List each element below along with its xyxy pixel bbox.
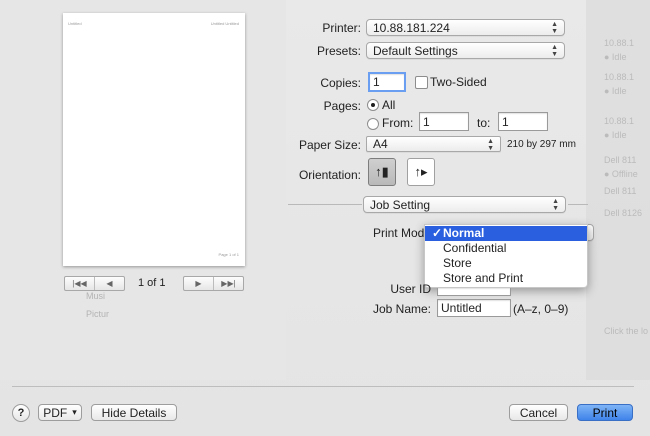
pages-from-value: 1	[423, 114, 430, 129]
job-name-field[interactable]: Untitled	[437, 299, 511, 317]
ghost-text: Click the lo	[604, 326, 649, 336]
two-sided-checkbox[interactable]	[415, 76, 428, 89]
printer-value: 10.88.181.224	[373, 20, 450, 35]
updown-arrows-icon: ▲ ▼	[551, 21, 558, 35]
print-mode-option-store[interactable]: Store	[425, 256, 587, 271]
background-window-right: 10.88.1 ● Idle 10.88.1 ● Idle 10.88.1 ● …	[586, 0, 650, 380]
print-mode-option-store-and-print[interactable]: Store and Print	[425, 271, 587, 286]
preview-nav-forward-group: ▶ ▶▶|	[183, 276, 244, 291]
landscape-icon: ↑▸	[414, 164, 428, 179]
ghost-text: 10.88.1	[604, 72, 635, 82]
ghost-text: ● Idle	[604, 52, 627, 62]
job-name-hint: (A–z, 0–9)	[513, 302, 569, 316]
checkmark-icon: ✓	[432, 226, 443, 240]
orientation-label: Orientation:	[298, 168, 361, 182]
ghost-text: Dell 811	[604, 155, 637, 165]
page-count: 1 of 1	[138, 277, 166, 289]
ghost-text: Dell 811	[604, 186, 637, 196]
pages-all-radio[interactable]	[367, 99, 379, 111]
help-button[interactable]: ?	[12, 404, 30, 422]
copies-field[interactable]: 1	[368, 72, 406, 92]
preview-header-left: Untitled	[68, 21, 82, 26]
pages-all-label: All	[382, 98, 396, 112]
print-mode-option-confidential[interactable]: Confidential	[425, 241, 587, 256]
job-name-label: Job Name:	[372, 302, 431, 316]
user-id-field[interactable]	[437, 288, 511, 296]
print-mode-label: Print Mode	[372, 226, 431, 240]
paper-size-popup[interactable]: A4 ▲ ▼	[366, 136, 501, 152]
presets-label: Presets:	[316, 44, 361, 58]
cancel-button[interactable]: Cancel	[509, 404, 568, 421]
ghost-text: ● Idle	[604, 86, 627, 96]
question-icon: ?	[17, 407, 25, 419]
hide-details-button[interactable]: Hide Details	[91, 404, 177, 421]
preview-header-right: Untitled Untitled	[210, 21, 239, 26]
printer-popup[interactable]: 10.88.181.224 ▲ ▼	[366, 19, 565, 36]
presets-popup[interactable]: Default Settings ▲ ▼	[366, 42, 565, 59]
previous-page-button[interactable]: ◀	[94, 277, 124, 290]
pages-to-value: 1	[502, 114, 509, 129]
pdf-menu-button[interactable]: PDF ▾	[38, 404, 82, 421]
landscape-orientation-button[interactable]: ↑▸	[407, 158, 435, 186]
updown-arrows-icon: ▲ ▼	[552, 198, 559, 212]
job-name-value: Untitled	[441, 301, 482, 315]
user-id-label: User ID	[390, 282, 431, 296]
section-value: Job Setting	[370, 197, 431, 212]
printer-label: Printer:	[322, 21, 361, 35]
ghost-text: Pictur	[86, 309, 110, 319]
ghost-text: 10.88.1	[604, 116, 635, 126]
ghost-text: ● Idle	[604, 130, 627, 140]
pages-label: Pages:	[323, 99, 361, 113]
pages-from-radio[interactable]	[367, 118, 379, 130]
print-label: Print	[592, 405, 618, 420]
option-label: Confidential	[443, 241, 507, 255]
first-page-button[interactable]: |◀◀	[65, 277, 94, 290]
pages-from-field[interactable]: 1	[419, 112, 469, 131]
ghost-text: Dell 8126	[604, 208, 643, 218]
presets-value: Default Settings	[373, 43, 458, 58]
copies-value: 1	[373, 75, 380, 89]
ghost-text: 10.88.1	[604, 38, 635, 48]
hide-details-label: Hide Details	[101, 405, 167, 420]
separator	[568, 204, 588, 205]
next-page-button[interactable]: ▶	[184, 277, 213, 290]
print-mode-option-normal[interactable]: ✓ Normal	[425, 226, 587, 241]
ghost-text: Musi	[86, 291, 106, 301]
paper-size-value: A4	[373, 137, 388, 151]
cancel-label: Cancel	[519, 405, 558, 420]
last-page-button[interactable]: ▶▶|	[213, 277, 243, 290]
page-preview: Untitled Untitled Untitled Page 1 of 1	[63, 13, 245, 266]
updown-arrows-icon: ▲ ▼	[487, 138, 494, 152]
option-label: Store and Print	[443, 271, 524, 285]
chevron-down-icon: ▾	[72, 407, 77, 417]
pages-to-field[interactable]: 1	[498, 112, 548, 131]
separator	[288, 204, 362, 205]
preview-footer: Page 1 of 1	[218, 252, 239, 257]
preview-nav-back-group: |◀◀ ◀	[64, 276, 125, 291]
option-label: Normal	[443, 226, 485, 240]
footer-separator	[12, 386, 634, 387]
two-sided-label: Two-Sided	[430, 75, 487, 89]
updown-arrows-icon: ▲ ▼	[551, 44, 558, 58]
portrait-icon: ↑▮	[375, 164, 389, 179]
copies-label: Copies:	[320, 76, 361, 90]
paper-size-label: Paper Size:	[298, 138, 361, 152]
pages-from-label: From:	[382, 116, 414, 130]
portrait-orientation-button[interactable]: ↑▮	[368, 158, 396, 186]
print-mode-menu: ✓ Normal Confidential Store Store and Pr…	[424, 224, 588, 288]
ghost-text: ● Offline	[604, 169, 638, 179]
pdf-label: PDF	[43, 405, 68, 420]
option-label: Store	[443, 256, 472, 270]
print-button[interactable]: Print	[577, 404, 633, 421]
section-popup[interactable]: Job Setting ▲ ▼	[363, 196, 566, 213]
paper-dimensions: 210 by 297 mm	[507, 139, 576, 150]
pages-to-label: to:	[477, 116, 491, 130]
